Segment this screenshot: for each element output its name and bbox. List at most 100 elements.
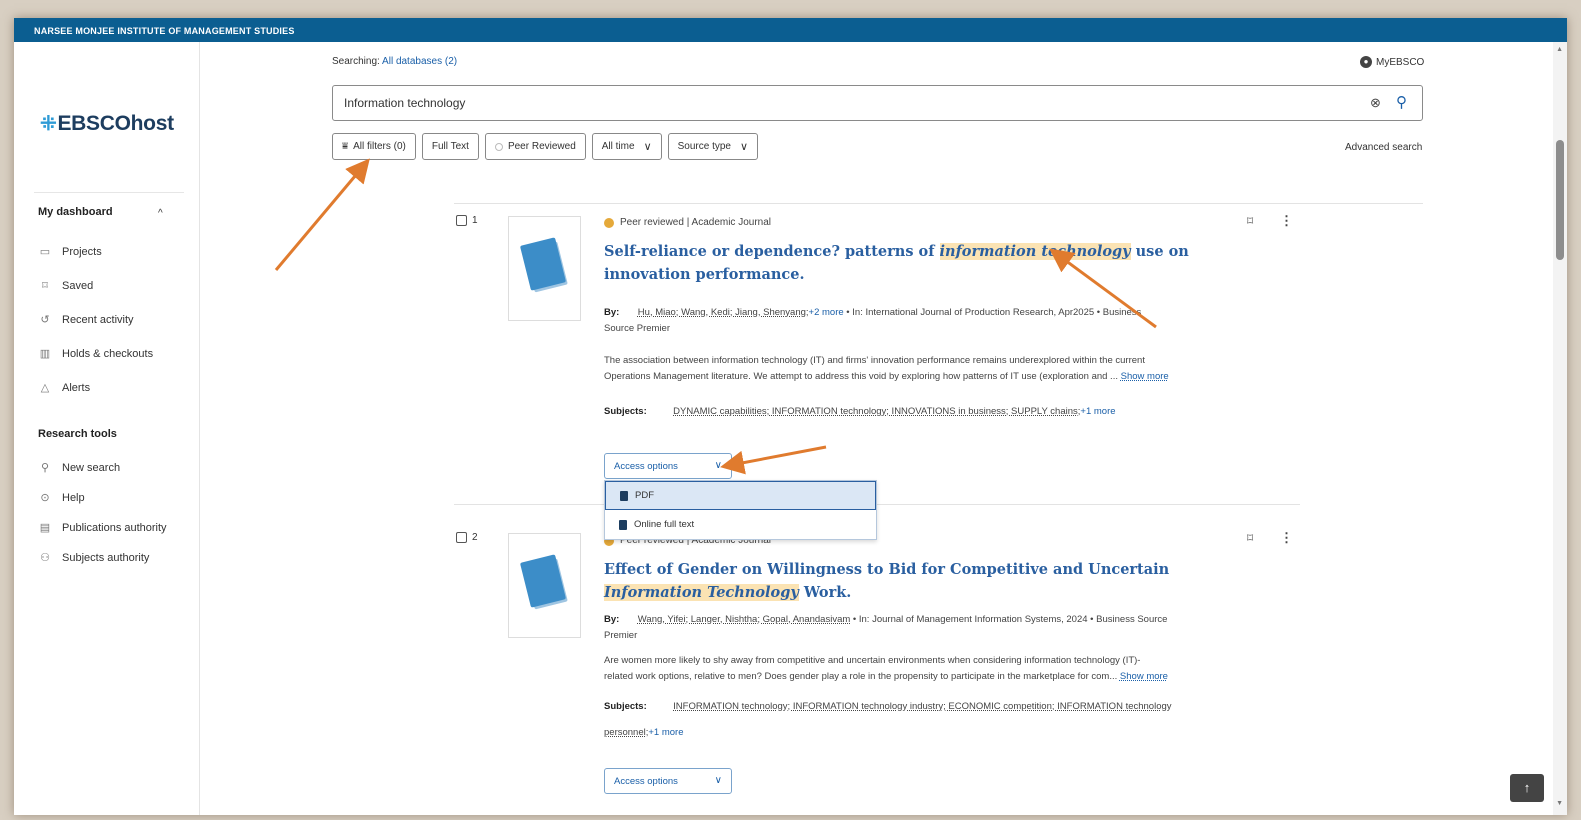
access-options-label: Access options [614, 461, 678, 472]
sidebar-item-projects[interactable]: ▭ Projects [38, 245, 102, 259]
subjects-label: Subjects: [604, 406, 647, 417]
scrollbar-thumb[interactable] [1556, 140, 1564, 260]
divider [454, 203, 1423, 204]
access-options-dropdown[interactable]: Access options ∨ [604, 768, 732, 794]
user-icon: ● [1360, 56, 1372, 68]
sidebar-item-label: Subjects authority [62, 551, 150, 564]
more-subjects-link[interactable]: +1 more [1080, 406, 1115, 417]
abstract-text: Operations Management literature. We att… [604, 371, 1118, 382]
sidebar-item-alerts[interactable]: △ Alerts [38, 381, 91, 395]
sidebar-item-recent-activity[interactable]: ↺ Recent activity [38, 313, 134, 327]
bell-icon: △ [40, 382, 50, 394]
sidebar-item-label: Publications authority [62, 521, 167, 534]
peer-reviewed-label: Peer Reviewed [507, 141, 576, 152]
hierarchy-icon: ⚇ [40, 552, 50, 564]
toggle-dot-icon [494, 142, 503, 151]
browser-frame: NARSEE MONJEE INSTITUTE OF MANAGEMENT ST… [14, 18, 1567, 815]
result-checkbox[interactable]: 1 [456, 215, 478, 226]
bookmark-icon[interactable]: ⌑ [1247, 214, 1253, 228]
access-options-label: Access options [614, 776, 678, 787]
searching-label: Searching: [332, 56, 380, 67]
back-to-top-button[interactable]: ↑ [1510, 774, 1544, 802]
access-option-online-full-text[interactable]: Online full text [605, 510, 876, 539]
result-thumbnail[interactable] [508, 533, 581, 638]
more-options-icon[interactable]: ⋮ [1280, 213, 1293, 229]
source-type-label: Source type [677, 141, 731, 152]
subjects-links[interactable]: personnel; [604, 727, 648, 738]
result-thumbnail[interactable] [508, 216, 581, 321]
bookmark-icon[interactable]: ⌑ [1247, 531, 1253, 545]
all-filters-button[interactable]: ⩸ All filters (0) [332, 133, 416, 160]
access-options-dropdown[interactable]: Access options ∨ [604, 453, 732, 479]
full-text-toggle[interactable]: Full Text [421, 133, 479, 160]
title-text: Effect of Gender on Willingness to Bid f… [604, 561, 1170, 578]
subjects-links[interactable]: INFORMATION technology; INFORMATION tech… [673, 701, 1171, 712]
peer-reviewed-toggle[interactable]: Peer Reviewed [484, 133, 586, 160]
more-options-icon[interactable]: ⋮ [1280, 530, 1293, 546]
source-text: Source Premier [604, 323, 670, 334]
sidebar-item-label: Alerts [62, 381, 91, 394]
show-more-link[interactable]: Show more [1121, 371, 1169, 382]
result-subjects: Subjects: INFORMATION technology; INFORM… [604, 694, 1264, 746]
title-highlight: Information Technology [604, 584, 799, 601]
search-input[interactable]: Information technology [332, 85, 1423, 121]
scroll-down-icon[interactable]: ▼ [1556, 800, 1563, 807]
ebscohost-logo[interactable]: ⁜EBSCOhost [40, 111, 174, 136]
research-tools-heading: Research tools [38, 428, 117, 440]
source-text: • In: International Journal of Productio… [843, 307, 1142, 318]
scroll-up-icon[interactable]: ▲ [1556, 46, 1563, 53]
result-meta: Peer reviewed | Academic Journal [604, 217, 771, 228]
access-option-pdf[interactable]: PDF [605, 481, 876, 510]
searching-databases: Searching: All databases (2) [332, 56, 457, 67]
document-icon [619, 519, 627, 530]
folder-icon: ▭ [39, 246, 51, 258]
history-icon: ↺ [40, 314, 50, 326]
clear-search-icon[interactable]: ⊗ [1370, 95, 1381, 111]
sidebar-item-holds-checkouts[interactable]: ▥ Holds & checkouts [38, 347, 153, 361]
all-time-dropdown[interactable]: All time ∨ [591, 133, 662, 160]
chevron-up-icon[interactable]: ^ [158, 208, 163, 219]
more-subjects-link[interactable]: +1 more [648, 727, 683, 738]
menu-item-label: Online full text [634, 519, 695, 530]
abstract-text: related work options, relative to men? D… [604, 671, 1118, 682]
result-checkbox[interactable]: 2 [456, 532, 478, 543]
chevron-down-icon: ∨ [714, 775, 722, 786]
result-number: 2 [472, 532, 478, 543]
logo-mark-icon: ⁜ [40, 113, 57, 135]
sidebar-item-subjects-authority[interactable]: ⚇ Subjects authority [38, 551, 150, 565]
by-label: By: [604, 614, 620, 625]
authors-link[interactable]: Wang, Yifei; Langer, Nishtha; Gopal, Ana… [638, 614, 850, 625]
subjects-links[interactable]: DYNAMIC capabilities; INFORMATION techno… [673, 406, 1080, 417]
more-authors-link[interactable]: +2 more [809, 307, 844, 318]
sidebar-item-help[interactable]: ⊙ Help [38, 491, 84, 505]
sidebar-item-saved[interactable]: ⌑ Saved [38, 279, 93, 293]
title-text: Work. [798, 584, 852, 601]
abstract-text: Are women more likely to shy away from c… [604, 655, 1141, 666]
search-icon[interactable]: ⚲ [1396, 93, 1407, 111]
sidebar-item-publications-authority[interactable]: ▤ Publications authority [38, 521, 167, 535]
title-text: Self-reliance or dependence? patterns of [604, 243, 940, 260]
result-title-link[interactable]: Effect of Gender on Willingness to Bid f… [604, 558, 1224, 604]
title-highlight: information technology [939, 243, 1131, 260]
myebsco-button[interactable]: ● MyEBSCO [1360, 56, 1424, 68]
all-databases-link[interactable]: All databases (2) [382, 56, 457, 67]
my-dashboard-heading[interactable]: My dashboard [38, 206, 113, 218]
chevron-down-icon: ∨ [643, 141, 652, 153]
sidebar: ⁜EBSCOhost My dashboard ^ ▭ Projects ⌑ Sav… [14, 42, 200, 815]
advanced-search-link[interactable]: Advanced search [1345, 142, 1422, 153]
menu-item-label: PDF [635, 490, 654, 501]
logo-text: EBSCOhost [57, 112, 174, 135]
scrollbar[interactable] [1553, 42, 1567, 815]
authors-link[interactable]: Hu, Miao; Wang, Kedi; Jiang, Shenyang; [638, 307, 809, 318]
annotation-arrow [274, 158, 370, 271]
sidebar-item-new-search[interactable]: ⚲ New search [38, 461, 120, 475]
source-type-dropdown[interactable]: Source type ∨ [667, 133, 759, 160]
result-abstract: Are women more likely to shy away from c… [604, 653, 1264, 685]
filter-bar: ⩸ All filters (0) Full Text Peer Reviewed… [332, 133, 759, 160]
show-more-link[interactable]: Show more [1120, 671, 1168, 682]
sidebar-item-label: Recent activity [62, 313, 134, 326]
result-title-link[interactable]: Self-reliance or dependence? patterns of… [604, 240, 1224, 286]
checkbox-icon [456, 215, 467, 226]
institution-banner: NARSEE MONJEE INSTITUTE OF MANAGEMENT ST… [14, 18, 1567, 42]
publication-icon: ▤ [39, 522, 51, 534]
